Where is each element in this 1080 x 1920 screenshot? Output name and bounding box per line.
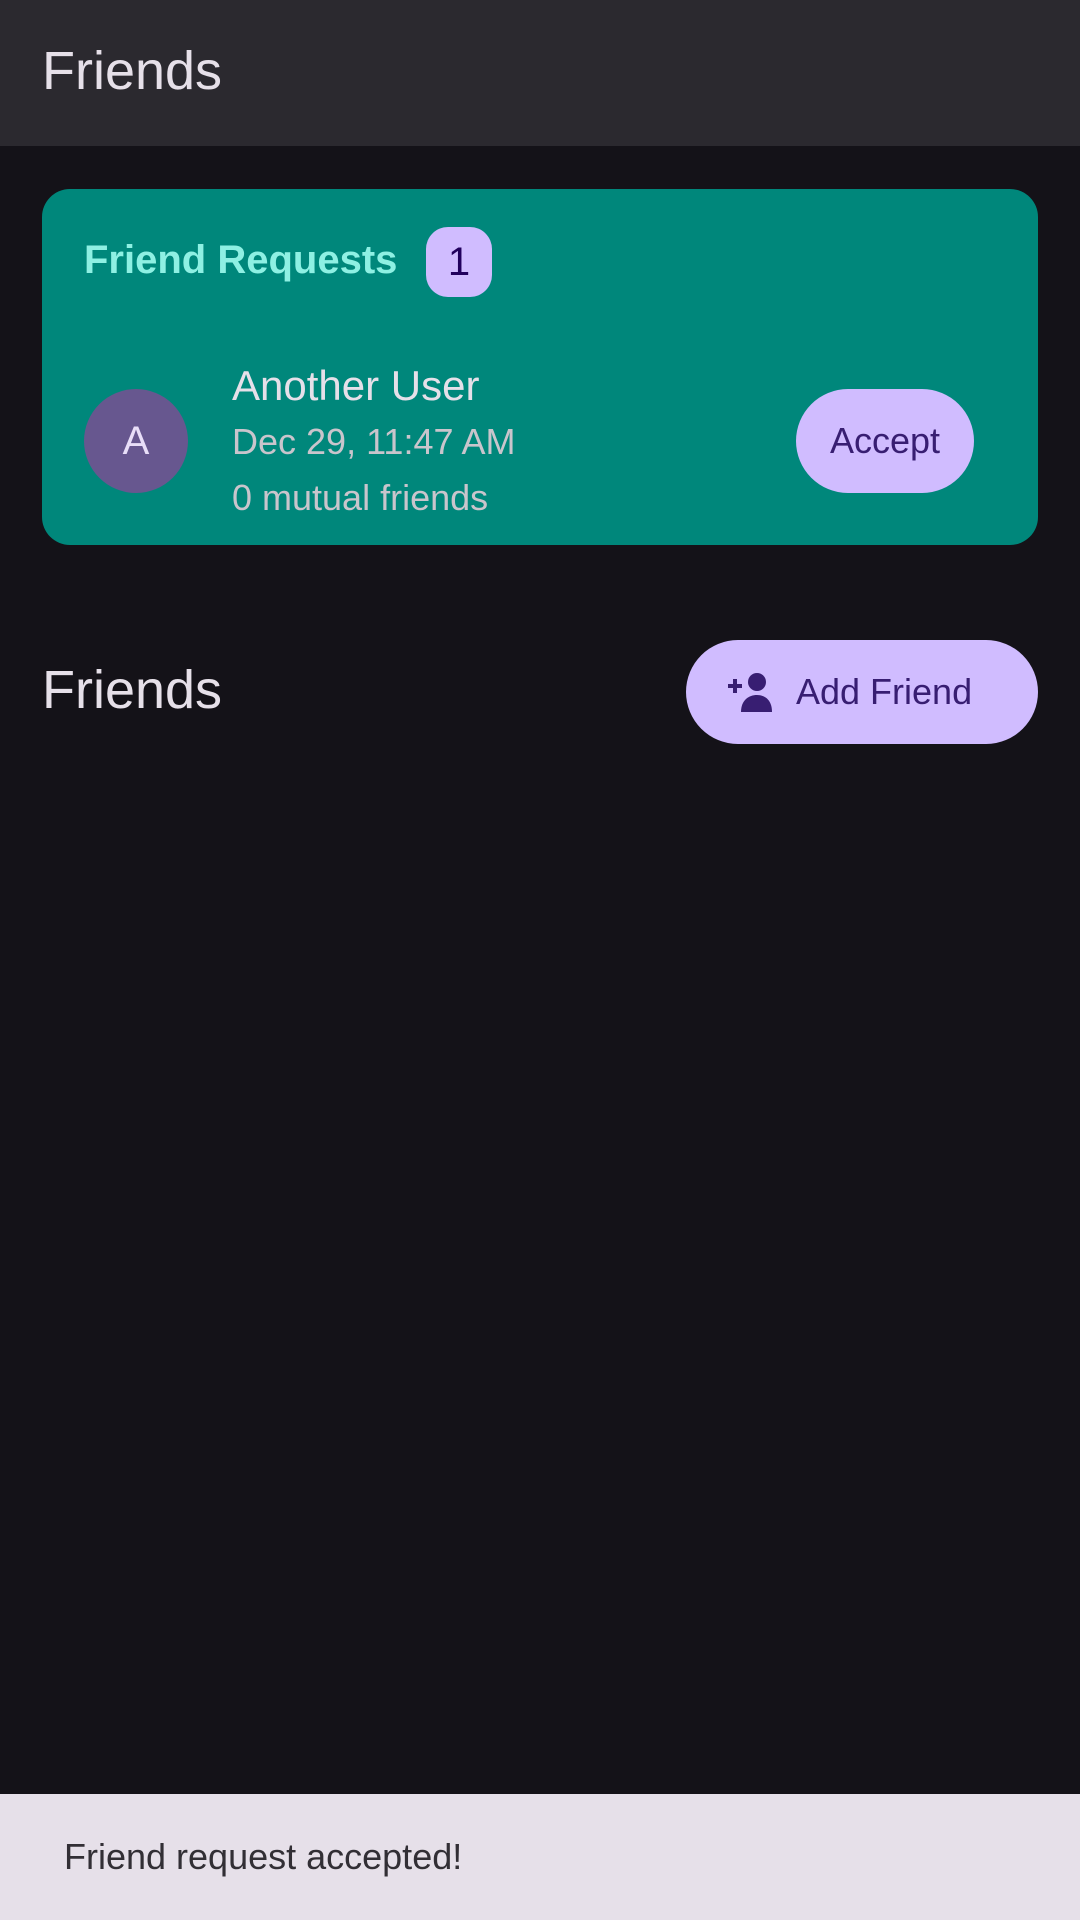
friend-requests-card: Friend Requests 1 A Another User Dec 29,… <box>42 189 1038 545</box>
top-app-bar: Friends <box>0 0 1080 146</box>
snackbar: Friend request accepted! <box>0 1794 1080 1920</box>
snackbar-message: Friend request accepted! <box>64 1836 463 1877</box>
friend-requests-count-badge: 1 <box>426 227 492 297</box>
friends-screen: Friends Friend Requests 1 A Another User… <box>0 0 1080 1920</box>
add-friend-button[interactable]: Add Friend <box>686 640 1038 744</box>
page-title: Friends <box>42 41 223 101</box>
friends-section-heading: Friends <box>42 660 223 720</box>
friend-requests-title: Friend Requests <box>84 238 398 282</box>
accept-button[interactable]: Accept <box>796 389 974 493</box>
avatar: A <box>84 389 188 493</box>
mutual-friends-count: 0 mutual friends <box>232 477 489 518</box>
request-user-name: Another User <box>232 362 480 409</box>
request-timestamp: Dec 29, 11:47 AM <box>232 421 516 462</box>
person-add-icon <box>728 673 772 712</box>
add-friend-label: Add Friend <box>796 671 973 712</box>
